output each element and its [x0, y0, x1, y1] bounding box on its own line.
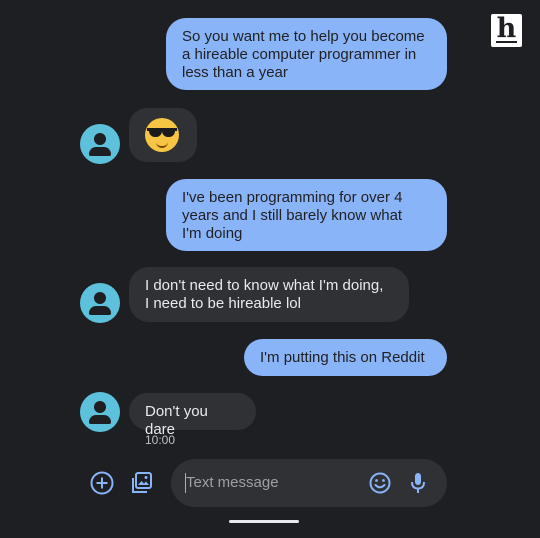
sunglasses-emoji-icon [145, 118, 179, 152]
message-compose-field[interactable]: Text message [171, 459, 447, 507]
emoji-button[interactable] [367, 470, 393, 496]
avatar-head [94, 133, 106, 145]
brand-logo-letter: h [496, 13, 517, 44]
contact-avatar[interactable] [80, 124, 120, 164]
gallery-icon [132, 472, 152, 493]
add-icon [90, 471, 114, 495]
brand-logo-underline [496, 41, 517, 43]
emoji-icon [369, 472, 391, 494]
message-timestamp: 10:00 [145, 433, 176, 447]
emoji-mouth [156, 140, 168, 148]
outgoing-message[interactable]: I'm putting this on Reddit [244, 339, 447, 376]
avatar-body [89, 415, 111, 424]
outgoing-message[interactable]: So you want me to help you become a hire… [166, 18, 447, 90]
gallery-button[interactable] [129, 470, 155, 496]
incoming-message[interactable]: Don't you dare [129, 393, 256, 438]
outgoing-message[interactable]: I've been programming for over 4 years a… [166, 179, 447, 251]
sunglasses-left-lens [149, 128, 162, 137]
microphone-icon [411, 473, 425, 493]
avatar-head [94, 401, 106, 413]
add-button[interactable] [89, 470, 115, 496]
compose-placeholder[interactable]: Text message [186, 474, 279, 491]
sunglasses-right-lens [162, 128, 175, 137]
contact-avatar[interactable] [80, 283, 120, 323]
avatar-body [89, 306, 111, 315]
brand-logo: h [491, 14, 522, 47]
incoming-message[interactable]: I don't need to know what I'm doing, I n… [129, 267, 409, 322]
incoming-emoji-message[interactable] [129, 108, 197, 162]
avatar-body [89, 147, 111, 156]
gesture-navigation-bar[interactable] [229, 520, 299, 523]
contact-avatar[interactable] [80, 392, 120, 432]
avatar-head [94, 292, 106, 304]
voice-input-button[interactable] [405, 470, 431, 496]
